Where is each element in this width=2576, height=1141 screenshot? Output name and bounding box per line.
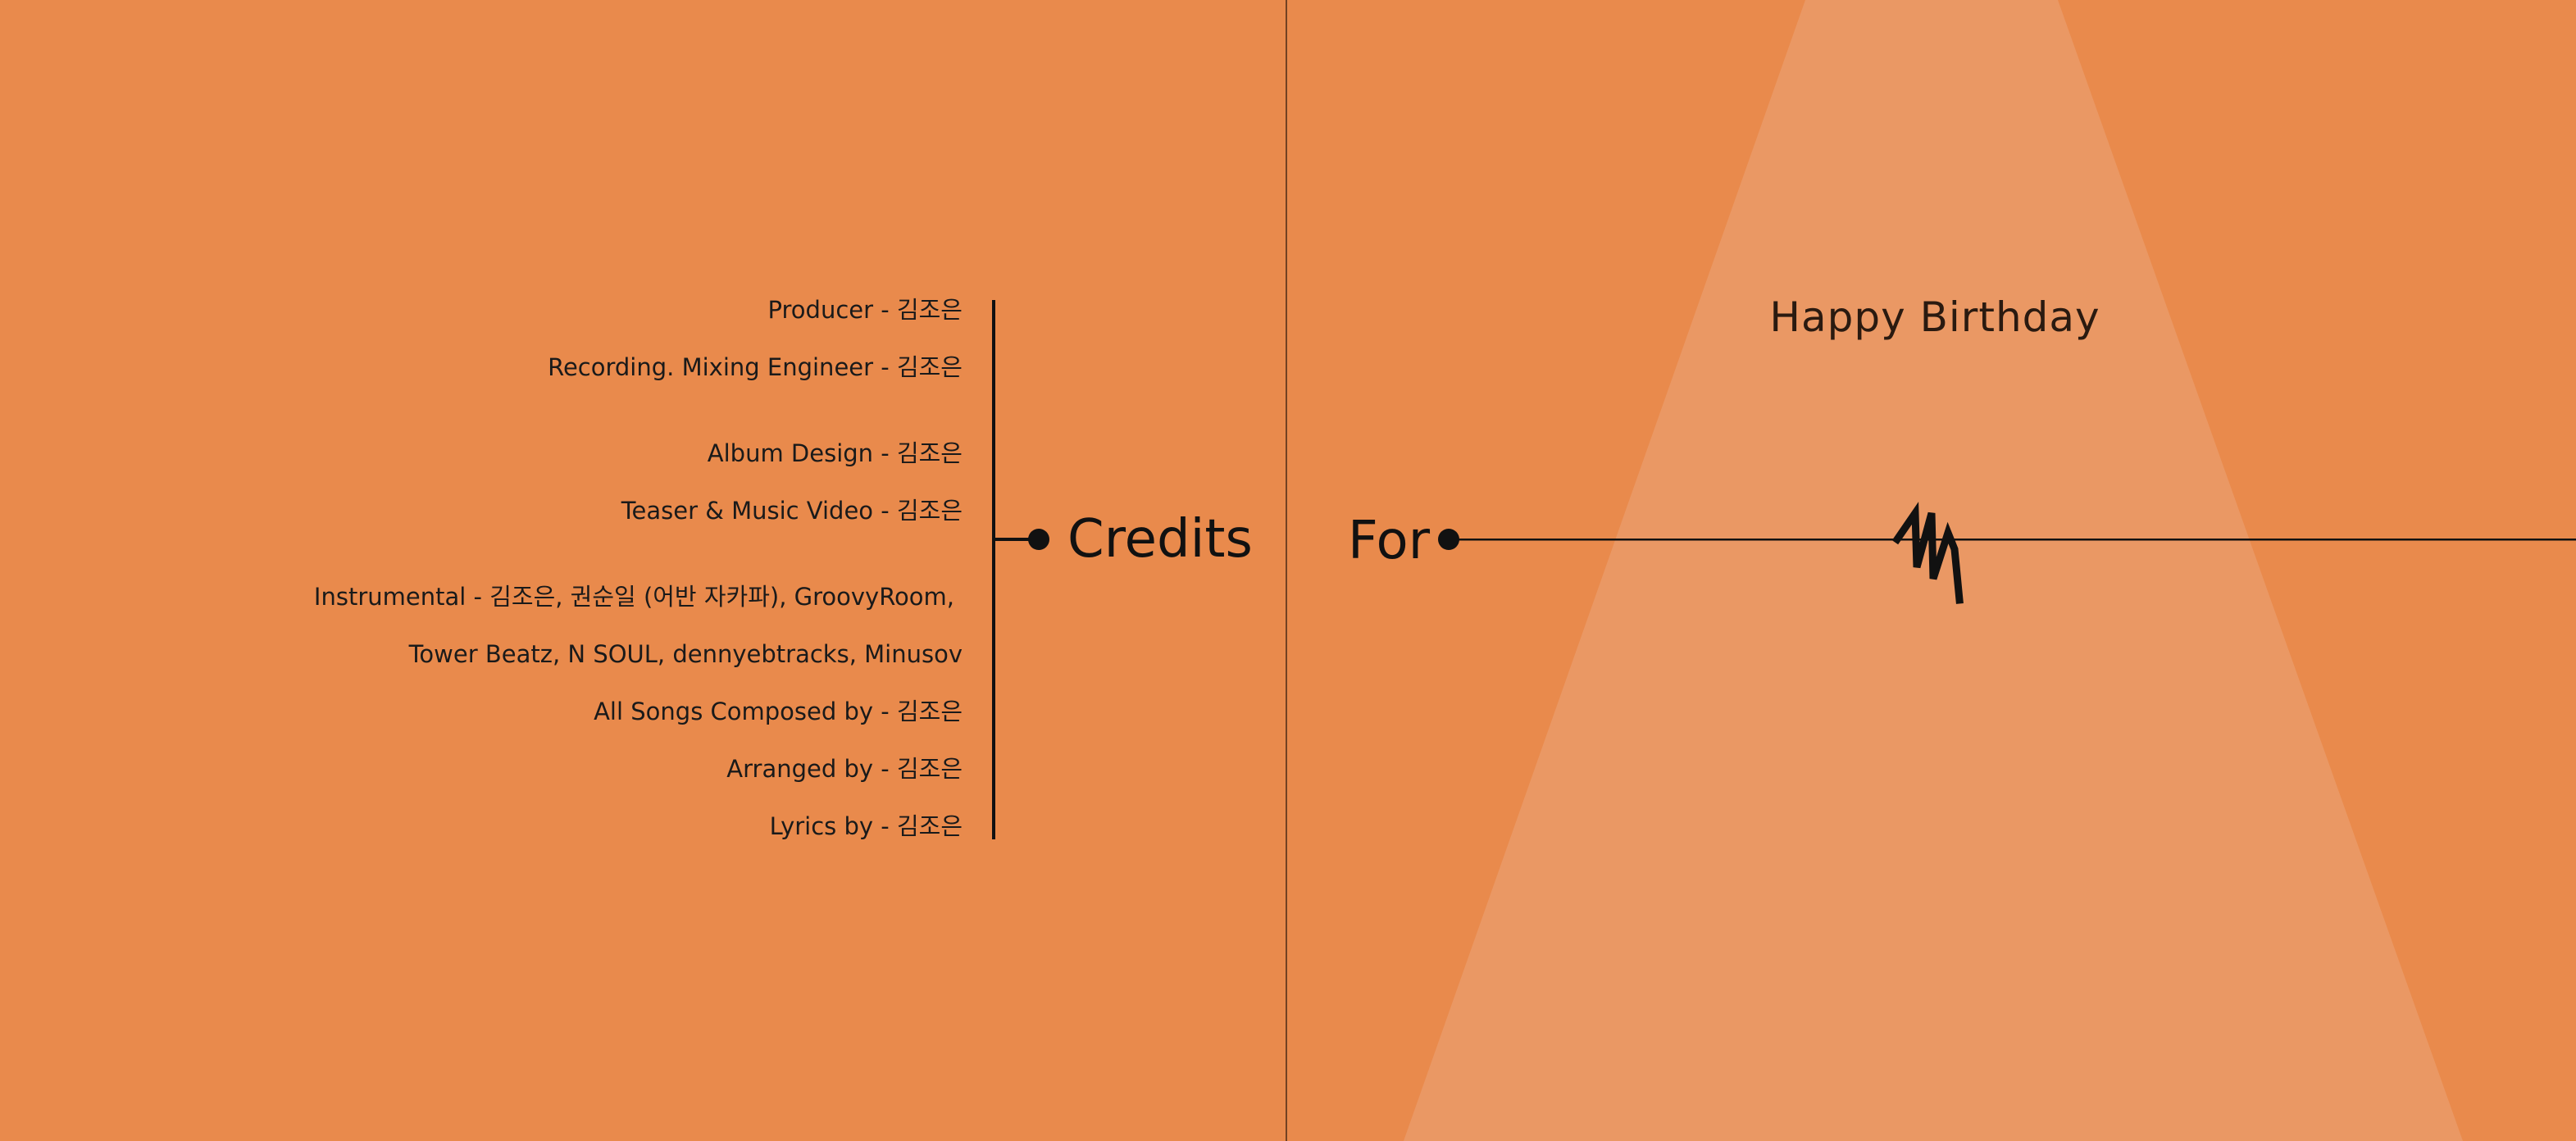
credit-line-recording: Recording. Mixing Engineer - 김조은 (548, 353, 963, 381)
credit-line-album-design: Album Design - 김조은 (707, 439, 963, 467)
credits-bracket-line (992, 300, 995, 839)
credit-line-instrumental-cont: Tower Beatz, N SOUL, dennyebtracks, Minu… (408, 640, 963, 668)
credit-line-arranged: Arranged by - 김조은 (726, 755, 963, 783)
credit-line-teaser: Teaser & Music Video - 김조은 (621, 497, 963, 525)
page-fold-divider (1286, 0, 1287, 1141)
credit-line-instrumental: Instrumental - 김조은, 권순일 (어반 자카파), Groovy… (313, 583, 954, 611)
credits-title: Credits (1067, 509, 1253, 570)
zigzag-logo-icon (1891, 502, 1964, 604)
credits-bracket-tick (992, 538, 1030, 541)
for-label: For (1348, 511, 1430, 571)
credits-dot-icon (1028, 529, 1049, 550)
album-title: Happy Birthday (1769, 293, 2100, 341)
credits-list: Producer - 김조은 Recording. Mixing Enginee… (143, 0, 963, 1141)
credit-line-producer: Producer - 김조은 (767, 296, 963, 324)
credit-line-composed: All Songs Composed by - 김조은 (594, 698, 963, 725)
album-spread: Producer - 김조은 Recording. Mixing Enginee… (0, 0, 2576, 1141)
credit-line-lyrics: Lyrics by - 김조은 (769, 812, 963, 840)
for-dot-icon (1438, 529, 1459, 550)
